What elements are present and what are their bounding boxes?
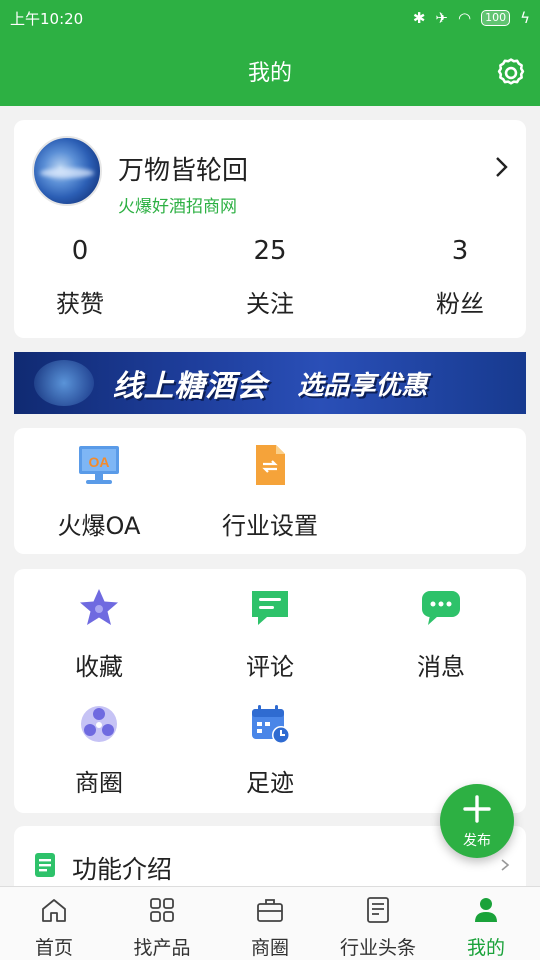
tab-find-products[interactable]: 找产品 — [108, 887, 216, 960]
feature-messages[interactable]: 消息 — [356, 585, 526, 682]
battery-icon: 100 — [481, 10, 511, 26]
bottom-tab-bar: 首页 找产品 商圈 行业头条 我的 — [0, 886, 540, 960]
tab-home[interactable]: 首页 — [0, 887, 108, 960]
stat-likes[interactable]: 0 获赞 — [10, 236, 150, 319]
comment-icon — [252, 591, 288, 625]
gear-icon[interactable] — [494, 56, 528, 90]
stat-label: 关注 — [246, 290, 294, 318]
username: 万物皆轮回 — [118, 156, 249, 186]
document-exchange-icon — [256, 445, 285, 485]
stat-count: 3 — [451, 236, 469, 266]
news-icon — [367, 897, 389, 923]
home-icon — [42, 899, 66, 922]
page-title: 我的 — [247, 61, 292, 86]
tool-industry-settings[interactable]: 行业设置 — [185, 442, 355, 541]
feature-label: 商圈 — [75, 769, 123, 797]
feature-footprints[interactable]: 足迹 — [185, 701, 355, 798]
tab-business-circle[interactable]: 商圈 — [216, 887, 324, 960]
message-icon — [422, 591, 460, 625]
stat-label: 粉丝 — [436, 290, 484, 318]
document-icon — [35, 853, 55, 877]
feature-business-circle[interactable]: 商圈 — [14, 701, 184, 798]
banner-sub-text: 选品享优惠 — [297, 370, 428, 401]
feature-comments[interactable]: 评论 — [185, 585, 355, 682]
tool-oa[interactable]: OA 火爆OA — [14, 442, 184, 541]
person-icon — [475, 898, 497, 922]
status-bar: 上午10:20 ✱ ✈ ◠ 100 ϟ — [0, 0, 540, 36]
tab-label: 我的 — [466, 937, 505, 959]
chevron-right-icon — [501, 859, 510, 871]
oa-monitor-icon: OA — [79, 446, 119, 484]
profile-subtitle: 火爆好酒招商网 — [118, 197, 237, 217]
briefcase-icon — [257, 899, 283, 922]
status-time: 上午10:20 — [10, 9, 84, 28]
app-bar: 我的 — [0, 36, 540, 106]
tab-mine[interactable]: 我的 — [432, 887, 540, 960]
bluetooth-icon: ✱ — [412, 9, 426, 27]
tool-label: 行业设置 — [222, 512, 318, 540]
publish-label: 发布 — [463, 833, 491, 849]
calendar-clock-icon — [252, 705, 290, 744]
stat-count: 25 — [253, 236, 287, 266]
feature-label: 评论 — [246, 653, 294, 681]
feature-favorites[interactable]: 收藏 — [14, 585, 184, 682]
tab-industry-news[interactable]: 行业头条 — [324, 887, 432, 960]
airplane-icon: ✈ — [435, 9, 448, 27]
stat-following[interactable]: 25 关注 — [200, 236, 340, 319]
tab-label: 找产品 — [133, 937, 191, 959]
feature-label: 收藏 — [75, 653, 123, 681]
plus-icon — [463, 795, 491, 823]
tool-label: 火爆OA — [57, 512, 141, 540]
star-icon — [80, 589, 118, 625]
chevron-right-icon[interactable] — [492, 154, 512, 180]
stat-label: 获赞 — [56, 290, 104, 318]
avatar[interactable] — [32, 136, 102, 206]
business-circle-icon — [81, 706, 117, 742]
tab-label: 首页 — [34, 937, 73, 959]
promo-banner[interactable]: 线上糖酒会 选品享优惠 — [14, 352, 526, 414]
charging-icon: ϟ — [520, 9, 530, 27]
tab-label: 商圈 — [250, 937, 289, 959]
wifi-icon: ◠ — [458, 9, 472, 27]
tools-card: OA 火爆OA 行业设置 — [14, 428, 526, 554]
feature-label: 足迹 — [246, 769, 294, 797]
features-card: 收藏 评论 消息 商圈 足迹 — [14, 569, 526, 813]
profile-card[interactable]: 万物皆轮回 火爆好酒招商网 0 获赞 25 关注 3 粉丝 — [14, 120, 526, 338]
publish-button[interactable]: 发布 — [440, 784, 514, 858]
stat-count: 0 — [71, 236, 89, 266]
status-icons: ✱ ✈ ◠ 100 ϟ — [413, 9, 530, 27]
grid-icon — [150, 898, 174, 922]
svg-text:OA: OA — [89, 454, 110, 470]
banner-main-text: 线上糖酒会 — [112, 369, 268, 404]
function-intro-label: 功能介绍 — [72, 855, 173, 884]
feature-label: 消息 — [417, 653, 465, 681]
stat-fans[interactable]: 3 粉丝 — [390, 236, 530, 319]
tab-label: 行业头条 — [339, 937, 416, 959]
